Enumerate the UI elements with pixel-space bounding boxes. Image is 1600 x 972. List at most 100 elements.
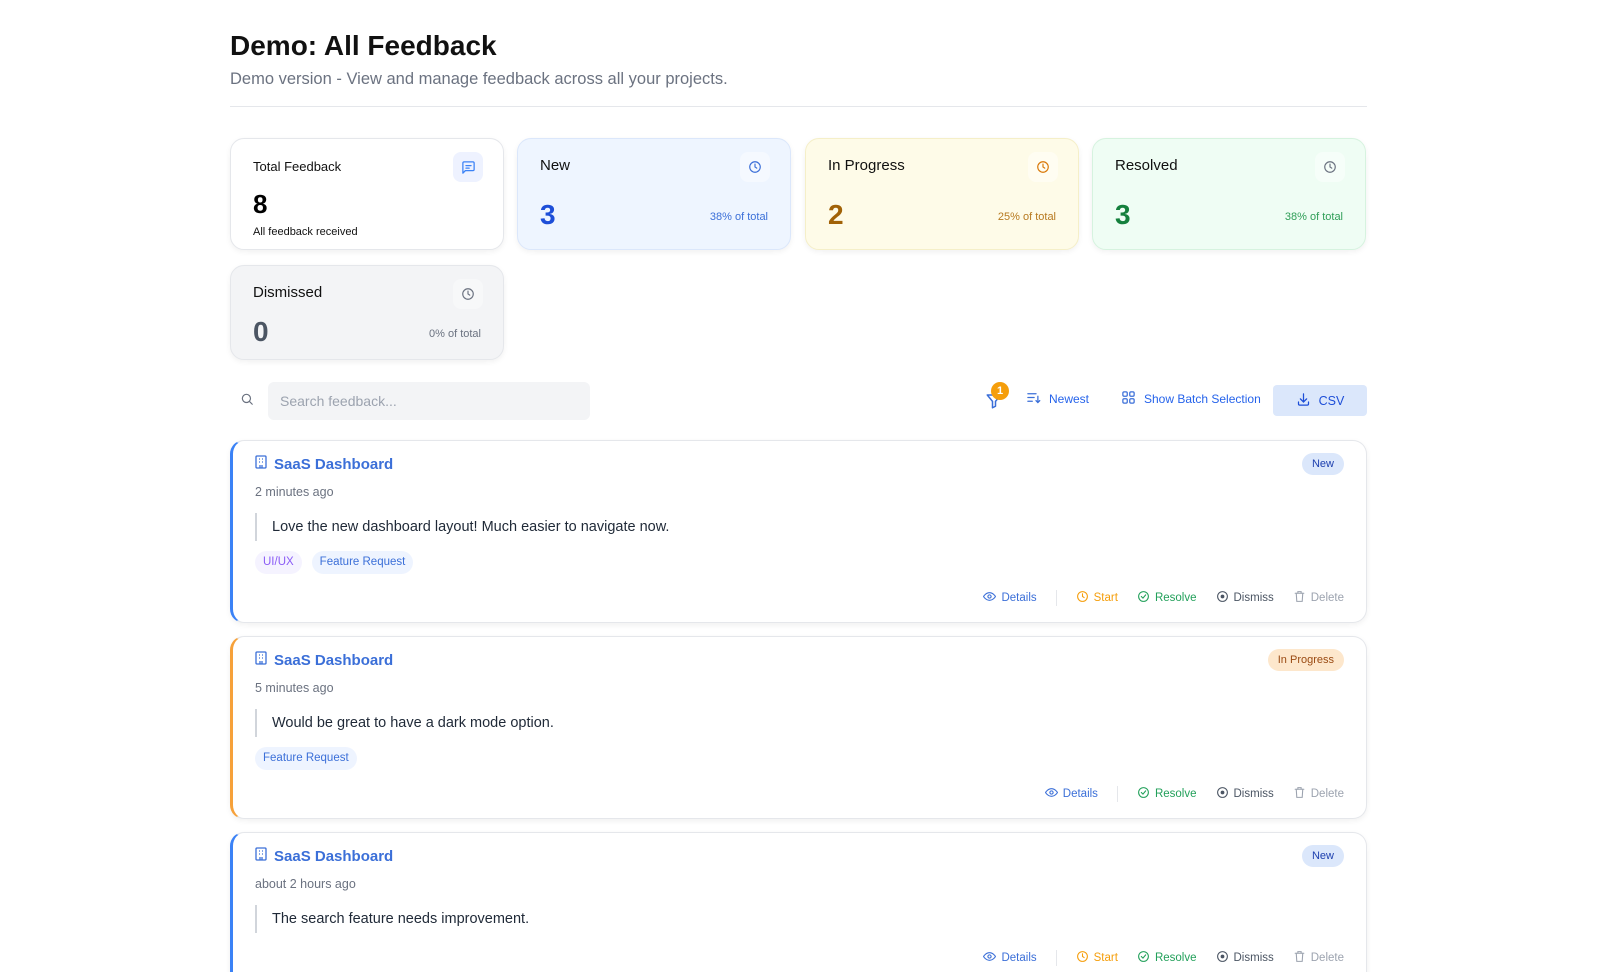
stat-card-total: Total Feedback 8 All feedback received xyxy=(230,138,504,250)
eye-icon xyxy=(1044,786,1058,802)
tag-list: Feature Request xyxy=(255,747,357,770)
dismiss-label: Dismiss xyxy=(1233,788,1274,800)
dismiss-button[interactable]: Dismiss xyxy=(1216,590,1274,606)
dismiss-icon xyxy=(1216,590,1229,606)
tag: Feature Request xyxy=(255,747,357,770)
details-label: Details xyxy=(1001,592,1037,604)
check-circle-icon xyxy=(1137,786,1150,802)
trash-icon xyxy=(1293,786,1306,802)
delete-label: Delete xyxy=(1310,592,1344,604)
project-name: SaaS Dashboard xyxy=(274,651,394,669)
delete-label: Delete xyxy=(1310,952,1344,964)
feedback-time: about 2 hours ago xyxy=(255,877,356,891)
stat-sub: All feedback received xyxy=(253,226,358,238)
dismiss-button[interactable]: Dismiss xyxy=(1216,950,1274,966)
status-badge: In Progress xyxy=(1267,649,1344,671)
dismiss-button[interactable]: Dismiss xyxy=(1216,786,1274,802)
stat-label: Total Feedback xyxy=(253,159,342,174)
tag-list: UI/UX Feature Request xyxy=(255,551,414,574)
clock-icon xyxy=(1315,152,1345,182)
feedback-card: SaaS Dashboard New 2 minutes ago Love th… xyxy=(230,440,1367,623)
dismiss-label: Dismiss xyxy=(1233,952,1274,964)
feedback-card: SaaS Dashboard In Progress 5 minutes ago… xyxy=(230,636,1367,819)
stat-percent: 38% of total xyxy=(709,211,768,223)
delete-button[interactable]: Delete xyxy=(1293,590,1344,606)
clock-icon xyxy=(1076,590,1089,606)
stat-value: 3 xyxy=(540,199,556,230)
action-divider xyxy=(1055,950,1057,966)
project-link[interactable]: SaaS Dashboard xyxy=(255,847,393,865)
start-label: Start xyxy=(1093,952,1118,964)
dismiss-label: Dismiss xyxy=(1233,592,1274,604)
card-actions: Details Start Resolve Dismiss Delete xyxy=(983,950,1344,966)
page-subtitle: Demo version - View and manage feedback … xyxy=(230,70,728,88)
stat-percent: 25% of total xyxy=(997,211,1056,223)
details-button[interactable]: Details xyxy=(983,950,1037,966)
project-link[interactable]: SaaS Dashboard xyxy=(255,651,393,669)
building-icon xyxy=(255,651,267,669)
sort-button[interactable]: Newest xyxy=(1026,390,1089,408)
delete-button[interactable]: Delete xyxy=(1293,950,1344,966)
start-button[interactable]: Start xyxy=(1076,950,1118,966)
stat-label: Resolved xyxy=(1115,157,1178,174)
action-divider xyxy=(1055,590,1057,606)
project-link[interactable]: SaaS Dashboard xyxy=(255,455,393,473)
delete-label: Delete xyxy=(1310,788,1344,800)
stat-label: Dismissed xyxy=(253,284,323,301)
filter-count-badge: 1 xyxy=(991,382,1009,400)
clock-icon xyxy=(740,152,770,182)
batch-selection-button[interactable]: Show Batch Selection xyxy=(1121,390,1261,408)
stat-value: 2 xyxy=(828,199,844,230)
feedback-text: Love the new dashboard layout! Much easi… xyxy=(255,513,669,541)
building-icon xyxy=(255,847,267,865)
start-button[interactable]: Start xyxy=(1076,590,1118,606)
project-name: SaaS Dashboard xyxy=(274,847,394,865)
details-button[interactable]: Details xyxy=(1044,786,1098,802)
action-divider xyxy=(1116,786,1118,802)
stat-value: 3 xyxy=(1115,199,1131,230)
eye-icon xyxy=(983,590,997,606)
grid-icon xyxy=(1121,390,1136,408)
start-label: Start xyxy=(1093,592,1118,604)
search-input[interactable] xyxy=(268,382,590,420)
stat-card-new: New 3 38% of total xyxy=(517,138,791,250)
dismiss-icon xyxy=(1216,786,1229,802)
details-label: Details xyxy=(1001,952,1037,964)
resolve-button[interactable]: Resolve xyxy=(1137,590,1197,606)
stat-percent: 0% of total xyxy=(429,328,481,340)
resolve-button[interactable]: Resolve xyxy=(1137,950,1197,966)
clock-icon xyxy=(1076,950,1089,966)
stat-label: New xyxy=(540,157,571,174)
stat-card-dismissed: Dismissed 0 0% of total xyxy=(230,265,504,360)
resolve-label: Resolve xyxy=(1154,788,1197,800)
details-button[interactable]: Details xyxy=(983,590,1037,606)
eye-icon xyxy=(983,950,997,966)
download-icon xyxy=(1296,392,1311,410)
details-label: Details xyxy=(1062,788,1098,800)
feedback-time: 5 minutes ago xyxy=(255,681,334,695)
sort-label: Newest xyxy=(1049,392,1090,406)
stat-value: 0 xyxy=(253,316,269,347)
dismiss-icon xyxy=(1216,950,1229,966)
message-square-icon xyxy=(453,152,483,182)
resolve-label: Resolve xyxy=(1154,592,1197,604)
card-actions: Details Start Resolve Dismiss Delete xyxy=(983,590,1344,606)
trash-icon xyxy=(1293,590,1306,606)
check-circle-icon xyxy=(1137,590,1150,606)
status-badge: New xyxy=(1301,453,1344,475)
sort-icon xyxy=(1026,390,1041,408)
feedback-time: 2 minutes ago xyxy=(255,485,334,499)
clock-icon xyxy=(1028,152,1058,182)
stat-value: 8 xyxy=(253,189,268,219)
stat-card-resolved: Resolved 3 38% of total xyxy=(1092,138,1366,250)
stat-card-in-progress: In Progress 2 25% of total xyxy=(805,138,1079,250)
csv-label: CSV xyxy=(1318,393,1345,408)
delete-button[interactable]: Delete xyxy=(1293,786,1344,802)
resolve-button[interactable]: Resolve xyxy=(1137,786,1197,802)
tag: Feature Request xyxy=(311,551,414,574)
building-icon xyxy=(255,455,267,473)
card-actions: Details Resolve Dismiss Delete xyxy=(1044,786,1344,802)
stat-label: In Progress xyxy=(828,157,905,174)
batch-label: Show Batch Selection xyxy=(1144,392,1261,406)
csv-export-button[interactable]: CSV xyxy=(1273,385,1367,416)
